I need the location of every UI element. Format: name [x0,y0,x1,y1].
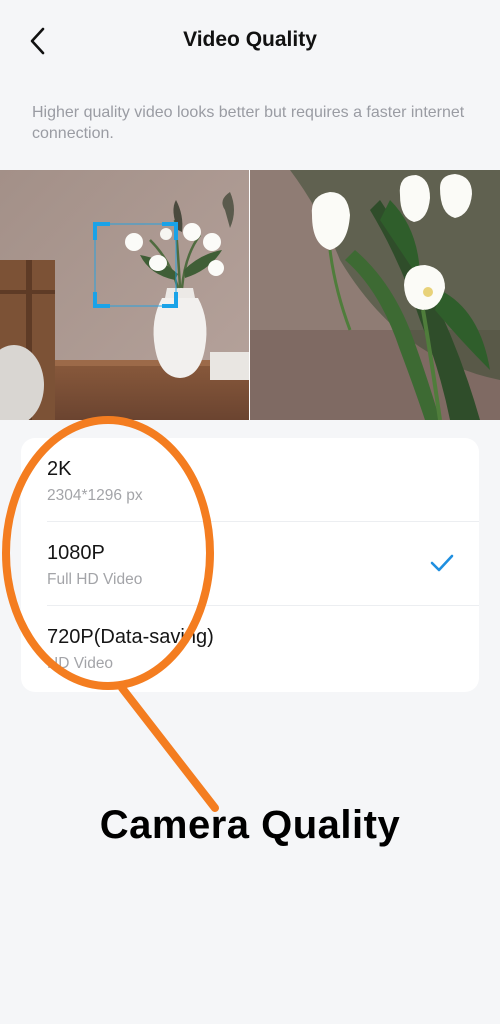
option-sublabel: HD Video [47,655,114,672]
option-2k[interactable]: 2K 2304*1296 px [21,438,479,522]
quality-options-list: 2K 2304*1296 px 1080P Full HD Video 720P… [21,438,479,692]
annotation-label: Camera Quality [99,803,401,847]
preview-full-frame [0,170,250,420]
option-sublabel: 2304*1296 px [47,487,143,504]
room-scene-image [0,170,249,420]
quality-description: Higher quality video looks better but re… [32,104,465,142]
option-1080p[interactable]: 1080P Full HD Video [21,522,479,606]
quality-preview [0,170,500,420]
option-sublabel: Full HD Video [47,571,143,588]
preview-zoomed [250,170,500,420]
option-720p[interactable]: 720P(Data-saving) HD Video [21,606,479,690]
page-title: Video Quality [183,28,317,51]
checkmark-icon [430,554,454,572]
zoomed-tulips-image [250,170,500,420]
option-label: 720P(Data-saving) [47,626,214,648]
option-label: 1080P [47,542,105,564]
header: Video Quality [0,0,500,84]
option-label: 2K [47,458,72,480]
